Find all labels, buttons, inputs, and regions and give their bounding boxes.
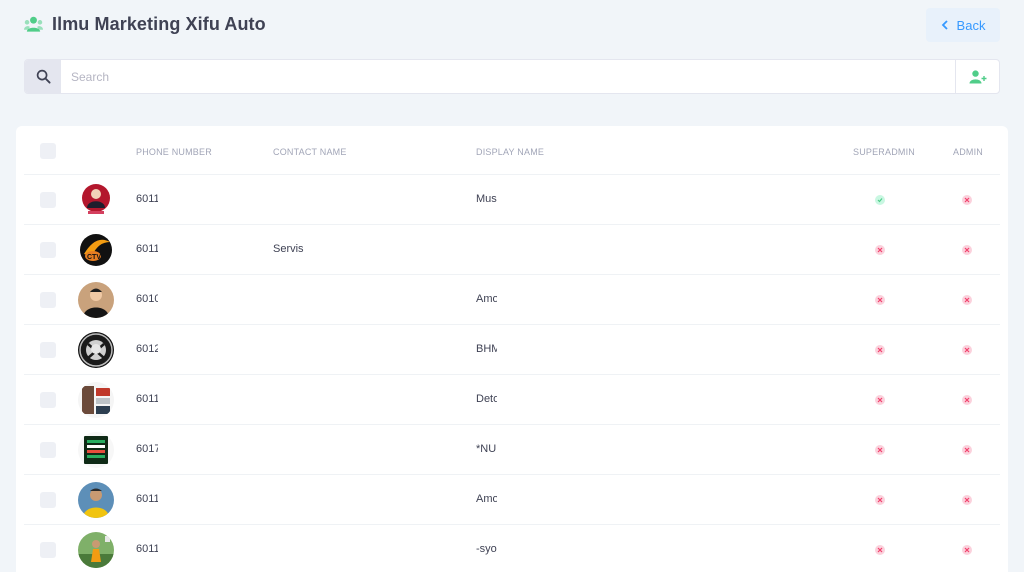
- avatar: [78, 282, 114, 318]
- superadmin-cross-icon[interactable]: [875, 445, 885, 455]
- display-name: Deto: [476, 393, 497, 405]
- phone-number: 6017: [136, 443, 158, 455]
- row-checkbox[interactable]: [40, 542, 56, 558]
- row-checkbox[interactable]: [40, 492, 56, 508]
- table-header: PHONE NUMBER CONTACT NAME DISPLAY NAME S…: [16, 126, 1008, 175]
- phone-number: 60113: [136, 493, 158, 505]
- column-contact-name: CONTACT NAME: [273, 147, 347, 157]
- phone-number: 60111: [136, 543, 158, 555]
- superadmin-cross-icon[interactable]: [875, 395, 885, 405]
- display-name: BHM: [476, 343, 497, 355]
- add-user-button[interactable]: [955, 60, 1000, 93]
- display-name: -syo: [476, 543, 497, 555]
- row-checkbox[interactable]: [40, 342, 56, 358]
- search-bar: [24, 59, 1000, 94]
- avatar: [78, 432, 114, 468]
- avatar: CTV: [78, 232, 114, 268]
- back-button-label: Back: [956, 17, 986, 33]
- users-group-icon: [24, 16, 43, 32]
- page-title: Ilmu Marketing Xifu Auto: [52, 14, 266, 34]
- back-button[interactable]: Back: [926, 8, 1000, 42]
- table-row[interactable]: 60113 Amo: [24, 474, 1000, 524]
- select-all-checkbox[interactable]: [40, 143, 56, 159]
- page-header: Ilmu Marketing Xifu Auto Back: [0, 0, 1024, 50]
- row-checkbox[interactable]: [40, 442, 56, 458]
- members-table: PHONE NUMBER CONTACT NAME DISPLAY NAME S…: [16, 126, 1008, 572]
- display-name: Amo: [476, 493, 497, 505]
- admin-cross-icon[interactable]: [962, 245, 972, 255]
- search-input[interactable]: [61, 60, 955, 93]
- admin-cross-icon[interactable]: [962, 395, 972, 405]
- phone-number: 60111: [136, 193, 158, 205]
- chevron-left-icon: [941, 20, 948, 30]
- column-phone-number: PHONE NUMBER: [136, 147, 212, 157]
- superadmin-cross-icon[interactable]: [875, 245, 885, 255]
- phone-number: 60112: [136, 243, 158, 255]
- table-row[interactable]: 60111 Mus: [24, 174, 1000, 224]
- display-name: Amo: [476, 293, 497, 305]
- phone-number: 6012: [136, 343, 158, 355]
- table-row[interactable]: 6017 *NU: [24, 424, 1000, 474]
- phone-number: 60115: [136, 393, 158, 405]
- add-user-icon: [969, 69, 987, 83]
- column-admin: ADMIN: [953, 147, 983, 157]
- table-row[interactable]: 60115 Deto: [24, 374, 1000, 424]
- row-checkbox[interactable]: [40, 192, 56, 208]
- admin-cross-icon[interactable]: [962, 195, 972, 205]
- avatar: [78, 182, 114, 218]
- admin-cross-icon[interactable]: [962, 295, 972, 305]
- table-row[interactable]: CTV 60112 Servis: [24, 224, 1000, 274]
- search-icon: [36, 69, 51, 84]
- display-name: Mus: [476, 193, 497, 205]
- superadmin-cross-icon[interactable]: [875, 295, 885, 305]
- admin-cross-icon[interactable]: [962, 445, 972, 455]
- row-checkbox[interactable]: [40, 292, 56, 308]
- admin-cross-icon[interactable]: [962, 545, 972, 555]
- row-checkbox[interactable]: [40, 242, 56, 258]
- row-checkbox[interactable]: [40, 392, 56, 408]
- superadmin-check-icon[interactable]: [875, 195, 885, 205]
- avatar: [78, 332, 114, 368]
- contact-name: Servis: [273, 243, 304, 255]
- column-superadmin: SUPERADMIN: [853, 147, 916, 157]
- avatar: [78, 482, 114, 518]
- column-display-name: DISPLAY NAME: [476, 147, 545, 157]
- superadmin-cross-icon[interactable]: [875, 545, 885, 555]
- phone-number: 6010: [136, 293, 158, 305]
- display-name: *NU: [476, 443, 497, 455]
- svg-text:CTV: CTV: [87, 254, 101, 261]
- search-button[interactable]: [25, 60, 61, 93]
- superadmin-cross-icon[interactable]: [875, 345, 885, 355]
- admin-cross-icon[interactable]: [962, 345, 972, 355]
- table-row[interactable]: 6010 Amo: [24, 274, 1000, 324]
- admin-cross-icon[interactable]: [962, 495, 972, 505]
- table-row[interactable]: 60111 -syo: [24, 524, 1000, 572]
- avatar: [78, 382, 114, 418]
- table-row[interactable]: 6012 BHM: [24, 324, 1000, 374]
- superadmin-cross-icon[interactable]: [875, 495, 885, 505]
- avatar: [78, 532, 114, 568]
